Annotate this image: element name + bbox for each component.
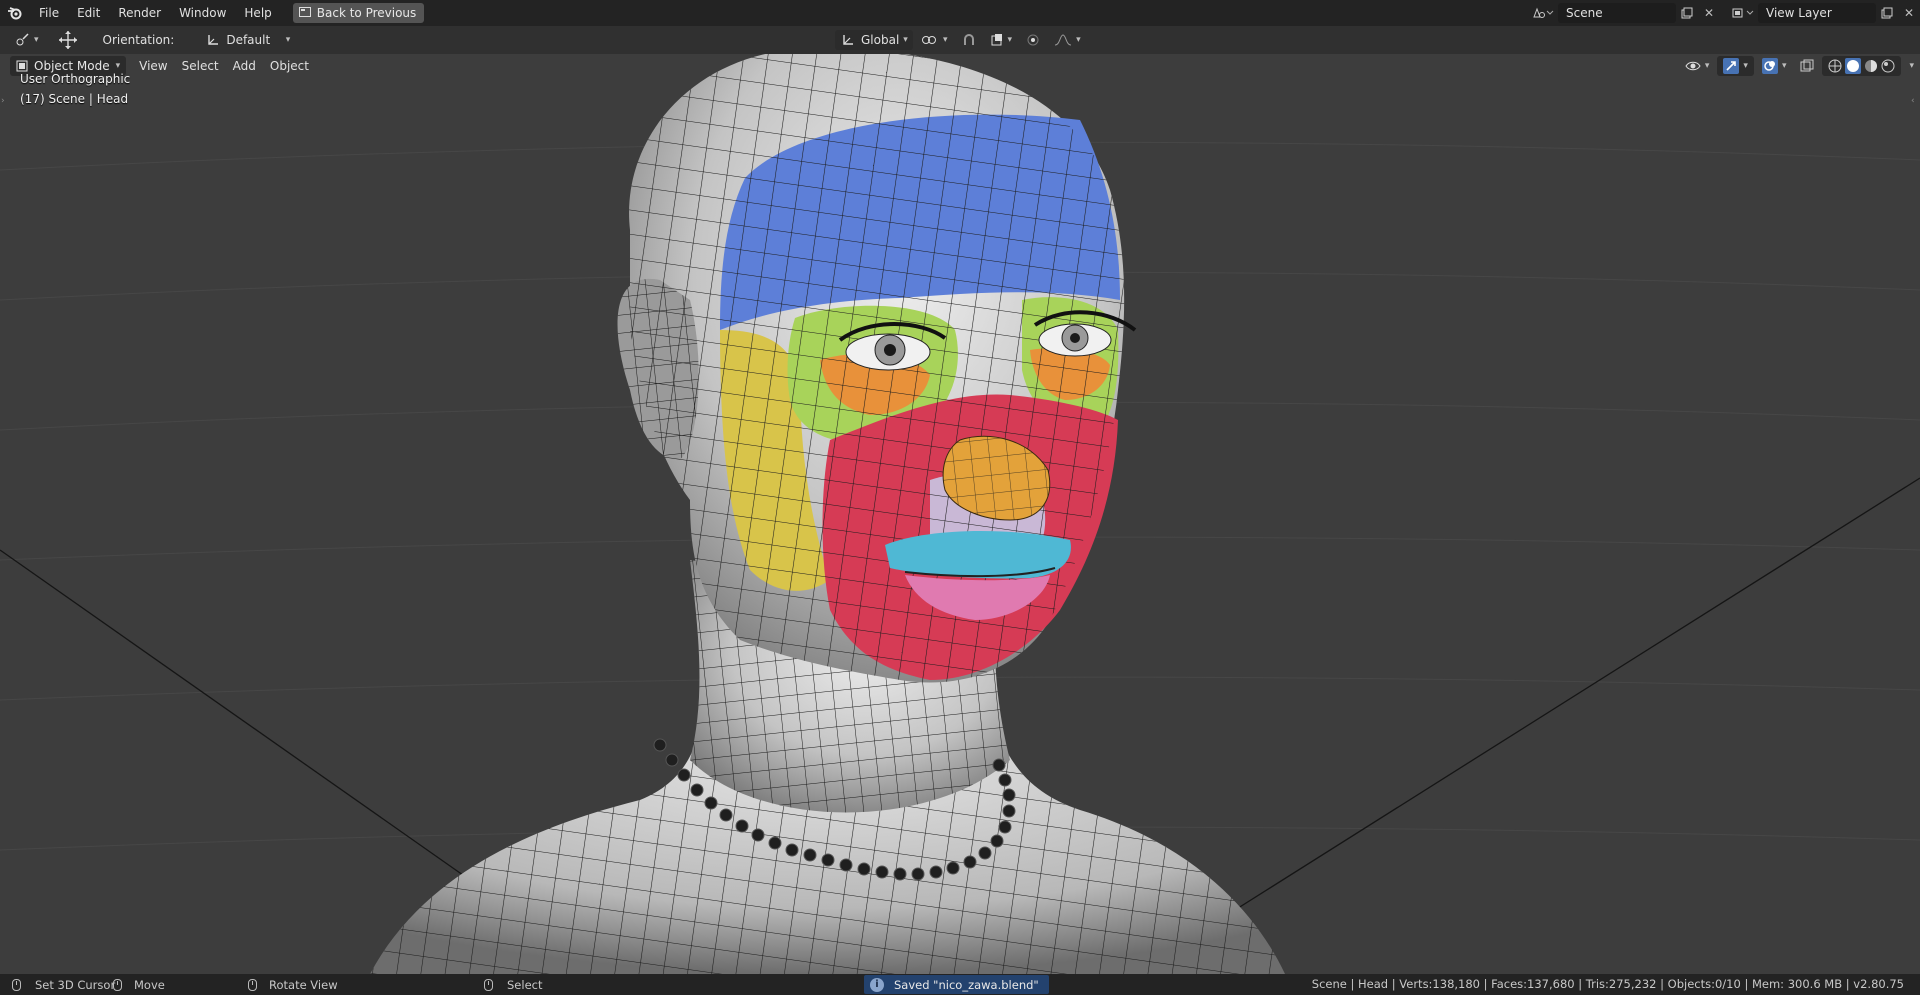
- falloff-icon[interactable]: ▾: [1048, 30, 1087, 50]
- delete-view-layer-icon[interactable]: ✕: [1898, 3, 1920, 23]
- viewport-shading-controls: ▾ ▾ ▾ ▾: [1679, 56, 1920, 76]
- move-tool-icon[interactable]: [51, 30, 85, 50]
- pivot-point-icon[interactable]: ▾: [915, 30, 954, 50]
- left-mouse-icon: [12, 978, 21, 991]
- viewport-menu-view[interactable]: View: [132, 56, 174, 76]
- transform-orientation-value: Global: [861, 33, 900, 47]
- back-to-previous-label: Back to Previous: [316, 6, 417, 20]
- back-to-previous-button[interactable]: Back to Previous: [292, 3, 425, 23]
- delete-scene-icon[interactable]: ✕: [1698, 3, 1720, 23]
- top-menu-bar: File Edit Render Window Help Back to Pre…: [0, 0, 1920, 26]
- rotate-view-label: Rotate View: [269, 977, 338, 992]
- scene-statistics: Scene | Head | Verts:138,180 | Faces:137…: [1311, 977, 1904, 991]
- scene-layer-selectors: Scene ✕ View Layer ✕: [1528, 0, 1920, 26]
- object-mode-icon: [16, 60, 28, 72]
- view-name-label: User Orthographic: [20, 72, 131, 86]
- middle-mouse-icon: [113, 978, 122, 991]
- snap-icon[interactable]: [956, 30, 982, 50]
- menu-window[interactable]: Window: [170, 0, 235, 26]
- tool-header: ▾ Orientation: Default ▾ Global ▾ ▾ ▾ ▾: [0, 26, 1920, 54]
- viewport-menu-add[interactable]: Add: [226, 56, 263, 76]
- info-icon: i: [870, 977, 884, 992]
- object-info-label: (17) Scene | Head: [20, 92, 129, 106]
- 3d-viewport[interactable]: Object Mode ▾ View Select Add Object ▾ ▾…: [0, 54, 1920, 974]
- move-label: Move: [134, 977, 165, 992]
- snap-target-icon[interactable]: ▾: [984, 30, 1019, 50]
- proportional-edit-icon[interactable]: [1020, 30, 1046, 50]
- solid-shading-icon[interactable]: [1845, 58, 1862, 74]
- blender-logo-icon[interactable]: [0, 0, 30, 26]
- new-scene-icon[interactable]: [1676, 3, 1698, 23]
- viewport-header: Object Mode ▾ View Select Add Object ▾ ▾…: [0, 54, 1920, 78]
- view-layer-browse-icon[interactable]: [1728, 3, 1758, 23]
- view-layer-field[interactable]: View Layer: [1758, 3, 1876, 23]
- right-mouse-icon: [484, 978, 493, 991]
- scene-browse-icon[interactable]: [1528, 3, 1558, 23]
- shading-mode-group: [1822, 56, 1902, 76]
- rendered-shading-icon[interactable]: [1881, 59, 1895, 73]
- scene-name-field[interactable]: Scene: [1558, 3, 1676, 23]
- saved-message: Saved "nico_zawa.blend": [894, 977, 1039, 992]
- editor-type-dropdown[interactable]: ▾: [8, 30, 45, 50]
- menu-render[interactable]: Render: [109, 0, 170, 26]
- sidebar-expand-icon[interactable]: ‹: [1911, 96, 1917, 106]
- orientation-dropdown[interactable]: Default ▾: [200, 30, 296, 50]
- orientation-label: Orientation:: [102, 33, 175, 47]
- screen-icon: [298, 6, 311, 20]
- global-axis-icon: [843, 35, 853, 45]
- new-view-layer-icon[interactable]: [1876, 3, 1898, 23]
- toolbar-expand-icon[interactable]: ›: [1, 96, 7, 106]
- viewport-menu-object[interactable]: Object: [263, 56, 316, 76]
- viewport-scene: [0, 54, 1920, 974]
- gizmo-toggle-icon[interactable]: ▾: [1717, 56, 1754, 76]
- status-select: Select: [484, 974, 542, 995]
- select-label: Select: [507, 977, 543, 992]
- visibility-eye-icon[interactable]: ▾: [1679, 56, 1716, 76]
- middle-mouse-drag-icon: [248, 978, 257, 991]
- wireframe-shading-icon[interactable]: [1828, 59, 1842, 73]
- orientation-value: Default: [226, 33, 271, 47]
- object-mode-label: Object Mode: [34, 59, 110, 73]
- transform-controls: Global ▾ ▾ ▾ ▾: [835, 30, 1087, 50]
- menu-help[interactable]: Help: [235, 0, 280, 26]
- overlays-toggle-icon[interactable]: ▾: [1756, 56, 1793, 76]
- axis-icon: [208, 35, 219, 45]
- menu-file[interactable]: File: [30, 0, 68, 26]
- shading-options-icon[interactable]: ▾: [1903, 56, 1920, 76]
- xray-toggle-icon[interactable]: [1794, 56, 1820, 76]
- status-bar: Set 3D Cursor Move Rotate View Select i …: [0, 974, 1920, 995]
- status-move: Move: [113, 974, 165, 995]
- set-cursor-label: Set 3D Cursor: [35, 977, 116, 992]
- status-set-cursor: Set 3D Cursor: [12, 974, 115, 995]
- menu-edit[interactable]: Edit: [68, 0, 109, 26]
- material-shading-icon[interactable]: [1864, 59, 1878, 73]
- viewport-menu-select[interactable]: Select: [175, 56, 226, 76]
- saved-notification[interactable]: i Saved "nico_zawa.blend": [864, 975, 1049, 994]
- transform-orientation-dropdown[interactable]: Global ▾: [835, 30, 913, 50]
- status-rotate-view: Rotate View: [248, 974, 338, 995]
